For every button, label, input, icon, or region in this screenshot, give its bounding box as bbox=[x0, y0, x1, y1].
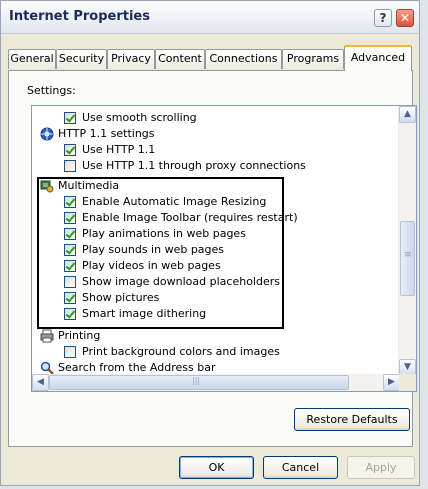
scrollbar-corner bbox=[399, 374, 416, 391]
window-title: Internet Properties bbox=[9, 9, 150, 24]
horizontal-scrollbar[interactable]: ◀ ||| ▶ bbox=[32, 374, 400, 391]
image-toolbar-option[interactable]: Enable Image Toolbar (requires restart) bbox=[64, 210, 298, 226]
tab-connections[interactable]: Connections bbox=[205, 49, 282, 69]
option-label: Use HTTP 1.1 bbox=[82, 143, 156, 156]
auto-resize-option[interactable]: Enable Automatic Image Resizing bbox=[64, 194, 266, 210]
show-pictures-checkbox[interactable] bbox=[64, 292, 76, 304]
scroll-left-button[interactable]: ◀ bbox=[32, 374, 49, 391]
tab-advanced[interactable]: Advanced bbox=[344, 45, 412, 71]
restore-defaults-button[interactable]: Restore Defaults bbox=[294, 408, 410, 431]
option-label: Play animations in web pages bbox=[82, 227, 246, 240]
vertical-scroll-thumb[interactable]: ≡ bbox=[400, 221, 415, 296]
scroll-up-button[interactable]: ▲ bbox=[399, 106, 416, 123]
image-toolbar-checkbox[interactable] bbox=[64, 212, 76, 224]
tab-general[interactable]: General bbox=[8, 49, 56, 69]
play-animations-checkbox[interactable] bbox=[64, 228, 76, 240]
ok-button[interactable]: OK bbox=[179, 456, 254, 479]
group-label: Printing bbox=[58, 329, 101, 342]
magnifier-icon bbox=[40, 361, 54, 375]
option-label: Play sounds in web pages bbox=[82, 243, 225, 256]
group-label: HTTP 1.1 settings bbox=[58, 127, 155, 140]
internet-properties-dialog: Internet Properties ? ✕ General Security… bbox=[0, 0, 420, 486]
tab-privacy[interactable]: Privacy bbox=[107, 49, 155, 69]
option-label: Enable Automatic Image Resizing bbox=[82, 195, 267, 208]
settings-label: Settings: bbox=[27, 84, 76, 97]
play-animations-option[interactable]: Play animations in web pages bbox=[64, 226, 246, 242]
smart-dithering-option[interactable]: Smart image dithering bbox=[64, 306, 206, 322]
option-label: Enable Image Toolbar (requires restart) bbox=[82, 211, 298, 224]
use-http11-checkbox[interactable] bbox=[64, 144, 76, 156]
printing-group: Printing bbox=[40, 328, 100, 344]
printer-icon bbox=[40, 329, 54, 343]
play-videos-checkbox[interactable] bbox=[64, 260, 76, 272]
scroll-right-button[interactable]: ▶ bbox=[383, 374, 400, 391]
tab-content[interactable]: Content bbox=[155, 49, 205, 69]
play-videos-option[interactable]: Play videos in web pages bbox=[64, 258, 221, 274]
option-label: Smart image dithering bbox=[82, 307, 207, 320]
globe-gear-icon bbox=[40, 127, 54, 141]
print-background-checkbox[interactable] bbox=[64, 346, 76, 358]
option-label: Show pictures bbox=[82, 291, 160, 304]
use-http11-option[interactable]: Use HTTP 1.1 bbox=[64, 142, 155, 158]
option-label: Use HTTP 1.1 through proxy connections bbox=[82, 159, 306, 172]
option-label: Show image download placeholders bbox=[82, 275, 280, 288]
auto-resize-checkbox[interactable] bbox=[64, 196, 76, 208]
smart-dithering-checkbox[interactable] bbox=[64, 308, 76, 320]
multimedia-icon bbox=[40, 180, 54, 193]
download-placeholders-checkbox[interactable] bbox=[64, 276, 76, 288]
group-label: Search from the Address bar bbox=[58, 361, 216, 374]
grip-icon: ||| bbox=[192, 376, 201, 385]
play-sounds-option[interactable]: Play sounds in web pages bbox=[64, 242, 224, 258]
show-pictures-option[interactable]: Show pictures bbox=[64, 290, 159, 306]
multimedia-group: Multimedia bbox=[40, 178, 119, 194]
title-bar: Internet Properties ? ✕ bbox=[1, 1, 419, 34]
http11-group: HTTP 1.1 settings bbox=[40, 126, 155, 142]
horizontal-scroll-thumb[interactable]: ||| bbox=[49, 375, 349, 390]
group-label: Multimedia bbox=[58, 179, 120, 192]
tab-programs[interactable]: Programs bbox=[282, 49, 344, 69]
apply-button[interactable]: Apply bbox=[347, 456, 415, 479]
help-button[interactable]: ? bbox=[374, 9, 392, 27]
tab-security[interactable]: Security bbox=[56, 49, 107, 69]
grip-icon: ≡ bbox=[404, 250, 412, 260]
option-label: Print background colors and images bbox=[82, 345, 280, 358]
smooth-scrolling-option[interactable]: Use smooth scrolling bbox=[64, 110, 197, 126]
option-label: Play videos in web pages bbox=[82, 259, 221, 272]
smooth-scrolling-checkbox[interactable] bbox=[64, 112, 76, 124]
use-http11-proxy-option[interactable]: Use HTTP 1.1 through proxy connections bbox=[64, 158, 306, 174]
close-button[interactable]: ✕ bbox=[396, 9, 414, 27]
use-http11-proxy-checkbox[interactable] bbox=[64, 160, 76, 172]
option-label: Use smooth scrolling bbox=[82, 111, 197, 124]
print-background-option[interactable]: Print background colors and images bbox=[64, 344, 280, 360]
settings-tree: Use smooth scrolling HTTP 1.1 settings U… bbox=[31, 105, 417, 392]
vertical-scrollbar[interactable]: ▲ ≡ ▼ bbox=[398, 106, 416, 376]
play-sounds-checkbox[interactable] bbox=[64, 244, 76, 256]
cancel-button[interactable]: Cancel bbox=[263, 456, 338, 479]
download-placeholders-option[interactable]: Show image download placeholders bbox=[64, 274, 280, 290]
